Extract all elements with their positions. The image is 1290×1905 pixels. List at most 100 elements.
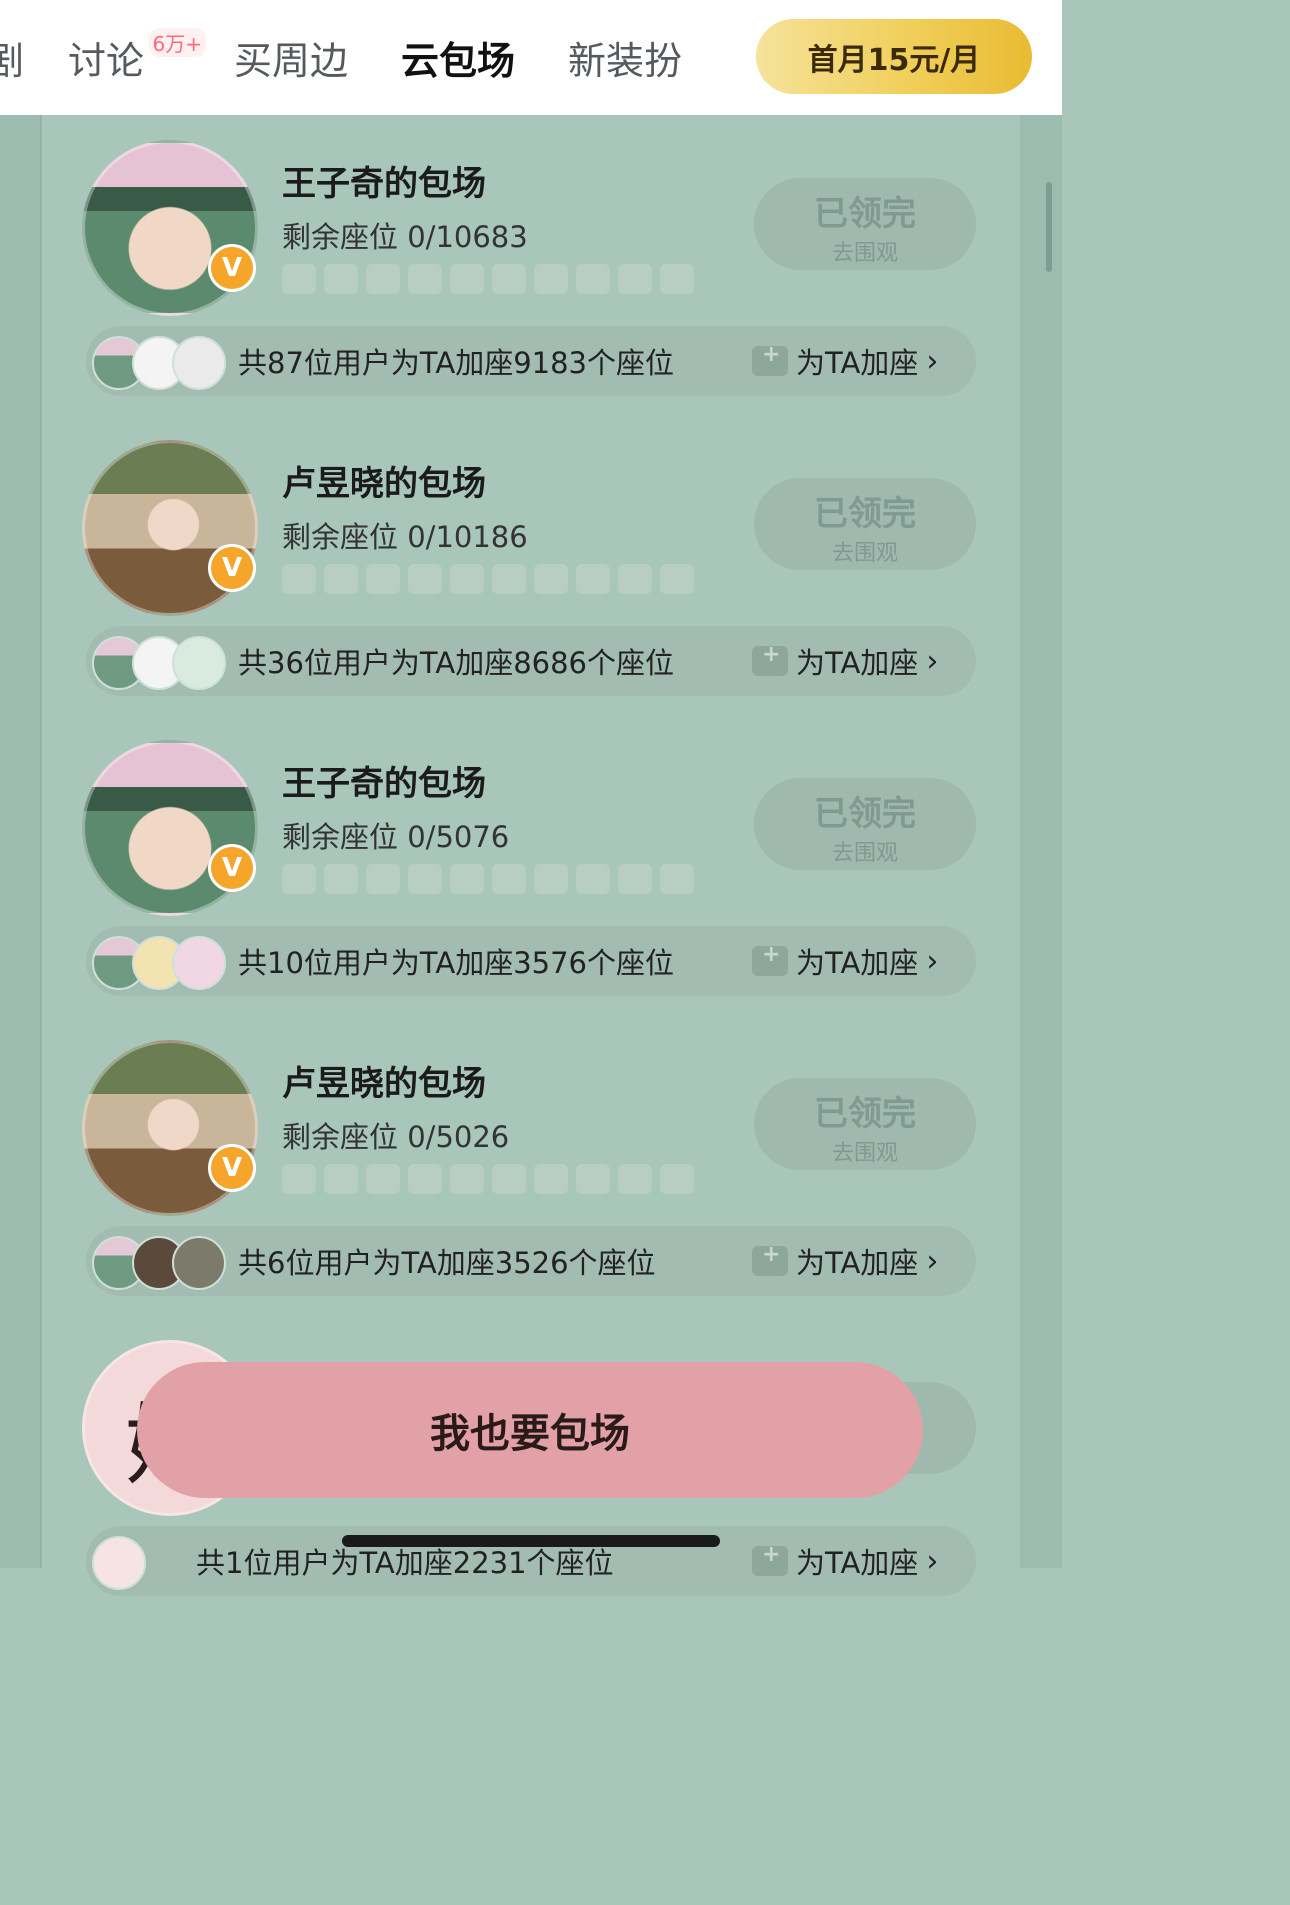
card-title: 卢昱晓的包场	[282, 464, 486, 504]
add-seat-button[interactable]: 为TA加座 ›	[752, 1240, 938, 1282]
seat-icons	[282, 564, 694, 594]
seat-icon	[492, 864, 526, 894]
claimed-label: 已领完	[814, 794, 916, 834]
scrollbar[interactable]	[1046, 182, 1052, 272]
user-avatar	[172, 636, 226, 690]
user-avatar	[172, 936, 226, 990]
host-screening-button[interactable]: 我也要包场	[137, 1362, 923, 1498]
add-seat-summary: 共87位用户为TA加座9183个座位	[238, 346, 675, 380]
add-seat-button[interactable]: 为TA加座 ›	[752, 340, 938, 382]
seat-icon	[576, 564, 610, 594]
seat-icon	[576, 864, 610, 894]
watch-label: 去围观	[831, 241, 898, 266]
seat-icon	[534, 1164, 568, 1194]
seat-icon	[408, 864, 442, 894]
seat-icon	[366, 1164, 400, 1194]
add-seat-label: 为TA加座	[796, 946, 919, 980]
remaining-seats: 剩余座位 0/5076	[282, 820, 510, 854]
add-seat-bar[interactable]: 共10位用户为TA加座3576个座位 为TA加座 ›	[86, 926, 976, 996]
vip-offer-button[interactable]: 首月15元/月	[756, 19, 1032, 94]
seat-icon	[450, 564, 484, 594]
add-seat-label: 为TA加座	[796, 1546, 919, 1580]
seat-icon	[618, 564, 652, 594]
seat-icon	[618, 1164, 652, 1194]
add-seat-bar[interactable]: 共6位用户为TA加座3526个座位 为TA加座 ›	[86, 1226, 976, 1296]
add-seat-button[interactable]: 为TA加座 ›	[752, 640, 938, 682]
chevron-right-icon: ›	[926, 343, 939, 379]
tab-new-outfits[interactable]: 新装扮	[568, 30, 682, 85]
claimed-label: 已领完	[814, 194, 916, 234]
sofa-add-icon	[752, 1542, 788, 1576]
add-seat-button[interactable]: 为TA加座 ›	[752, 940, 938, 982]
chevron-right-icon: ›	[926, 1543, 939, 1579]
sofa-add-icon	[752, 1242, 788, 1276]
screening-card: V 王子奇的包场 剩余座位 0/5076 已领完 去围观 共10位用户为TA加座…	[42, 716, 1020, 1016]
remaining-seats: 剩余座位 0/10683	[282, 220, 528, 254]
add-seat-label: 为TA加座	[796, 1246, 919, 1280]
seat-icon	[660, 564, 694, 594]
seat-icon	[408, 1164, 442, 1194]
add-seat-label: 为TA加座	[796, 346, 919, 380]
seat-icons	[282, 1164, 694, 1194]
seat-icon	[366, 264, 400, 294]
add-seat-button[interactable]: 为TA加座 ›	[752, 1540, 938, 1582]
seat-icon	[408, 564, 442, 594]
sofa-add-icon	[752, 642, 788, 676]
claimed-button[interactable]: 已领完 去围观	[754, 178, 976, 270]
seat-icon	[324, 864, 358, 894]
screening-card: V 卢昱晓的包场 剩余座位 0/10186 已领完 去围观 共36位用户为TA加…	[42, 416, 1020, 716]
seat-icon	[282, 564, 316, 594]
remaining-seats: 剩余座位 0/10186	[282, 520, 528, 554]
top-nav: 剧 讨论 6万+ 买周边 云包场 新装扮 首月15元/月	[0, 0, 1062, 115]
screening-card: V 王子奇的包场 剩余座位 0/10683 已领完 去围观 共87位用户为TA加…	[42, 116, 1020, 416]
seat-icon	[450, 1164, 484, 1194]
seat-icon	[618, 864, 652, 894]
seat-icon	[660, 264, 694, 294]
chevron-right-icon: ›	[926, 943, 939, 979]
sofa-add-icon	[752, 942, 788, 976]
tab-drama-cut[interactable]: 剧	[0, 30, 24, 85]
watch-label: 去围观	[831, 1141, 898, 1166]
tab-discussion[interactable]: 讨论 6万+	[68, 28, 207, 85]
card-title: 王子奇的包场	[282, 764, 486, 804]
claimed-label: 已领完	[814, 1094, 916, 1134]
seat-icon	[366, 864, 400, 894]
right-rail	[1020, 115, 1062, 1568]
claimed-button[interactable]: 已领完 去围观	[754, 778, 976, 870]
user-avatar	[172, 336, 226, 390]
tab-cloud-screening[interactable]: 云包场	[401, 30, 515, 85]
seat-icon	[282, 864, 316, 894]
chevron-right-icon: ›	[926, 643, 939, 679]
user-avatar	[172, 1236, 226, 1290]
sofa-add-icon	[752, 342, 788, 376]
seat-icon	[492, 264, 526, 294]
remaining-seats: 剩余座位 0/5026	[282, 1120, 510, 1154]
home-indicator[interactable]	[342, 1535, 720, 1547]
add-seat-label: 为TA加座	[796, 646, 919, 680]
add-seat-summary: 共36位用户为TA加座8686个座位	[238, 646, 675, 680]
verified-icon: V	[208, 844, 256, 892]
seat-icon	[492, 1164, 526, 1194]
watch-label: 去围观	[831, 841, 898, 866]
seat-icon	[576, 1164, 610, 1194]
add-seat-bar[interactable]: 共36位用户为TA加座8686个座位 为TA加座 ›	[86, 626, 976, 696]
seat-icons	[282, 864, 694, 894]
chevron-right-icon: ›	[926, 1243, 939, 1279]
seat-icon	[324, 264, 358, 294]
seat-icon	[534, 864, 568, 894]
seat-icon	[366, 564, 400, 594]
user-avatar	[92, 1536, 146, 1590]
claimed-button[interactable]: 已领完 去围观	[754, 1078, 976, 1170]
seat-icon	[660, 1164, 694, 1194]
add-seat-summary: 共6位用户为TA加座3526个座位	[238, 1246, 656, 1280]
left-rail	[0, 115, 42, 1568]
seat-icon	[408, 264, 442, 294]
claimed-button[interactable]: 已领完 去围观	[754, 478, 976, 570]
seat-icon	[450, 264, 484, 294]
seat-icon	[660, 864, 694, 894]
tab-merch[interactable]: 买周边	[234, 30, 348, 85]
watch-label: 去围观	[831, 541, 898, 566]
add-seat-bar[interactable]: 共87位用户为TA加座9183个座位 为TA加座 ›	[86, 326, 976, 396]
seat-icon	[324, 564, 358, 594]
add-seat-summary: 共10位用户为TA加座3576个座位	[238, 946, 675, 980]
